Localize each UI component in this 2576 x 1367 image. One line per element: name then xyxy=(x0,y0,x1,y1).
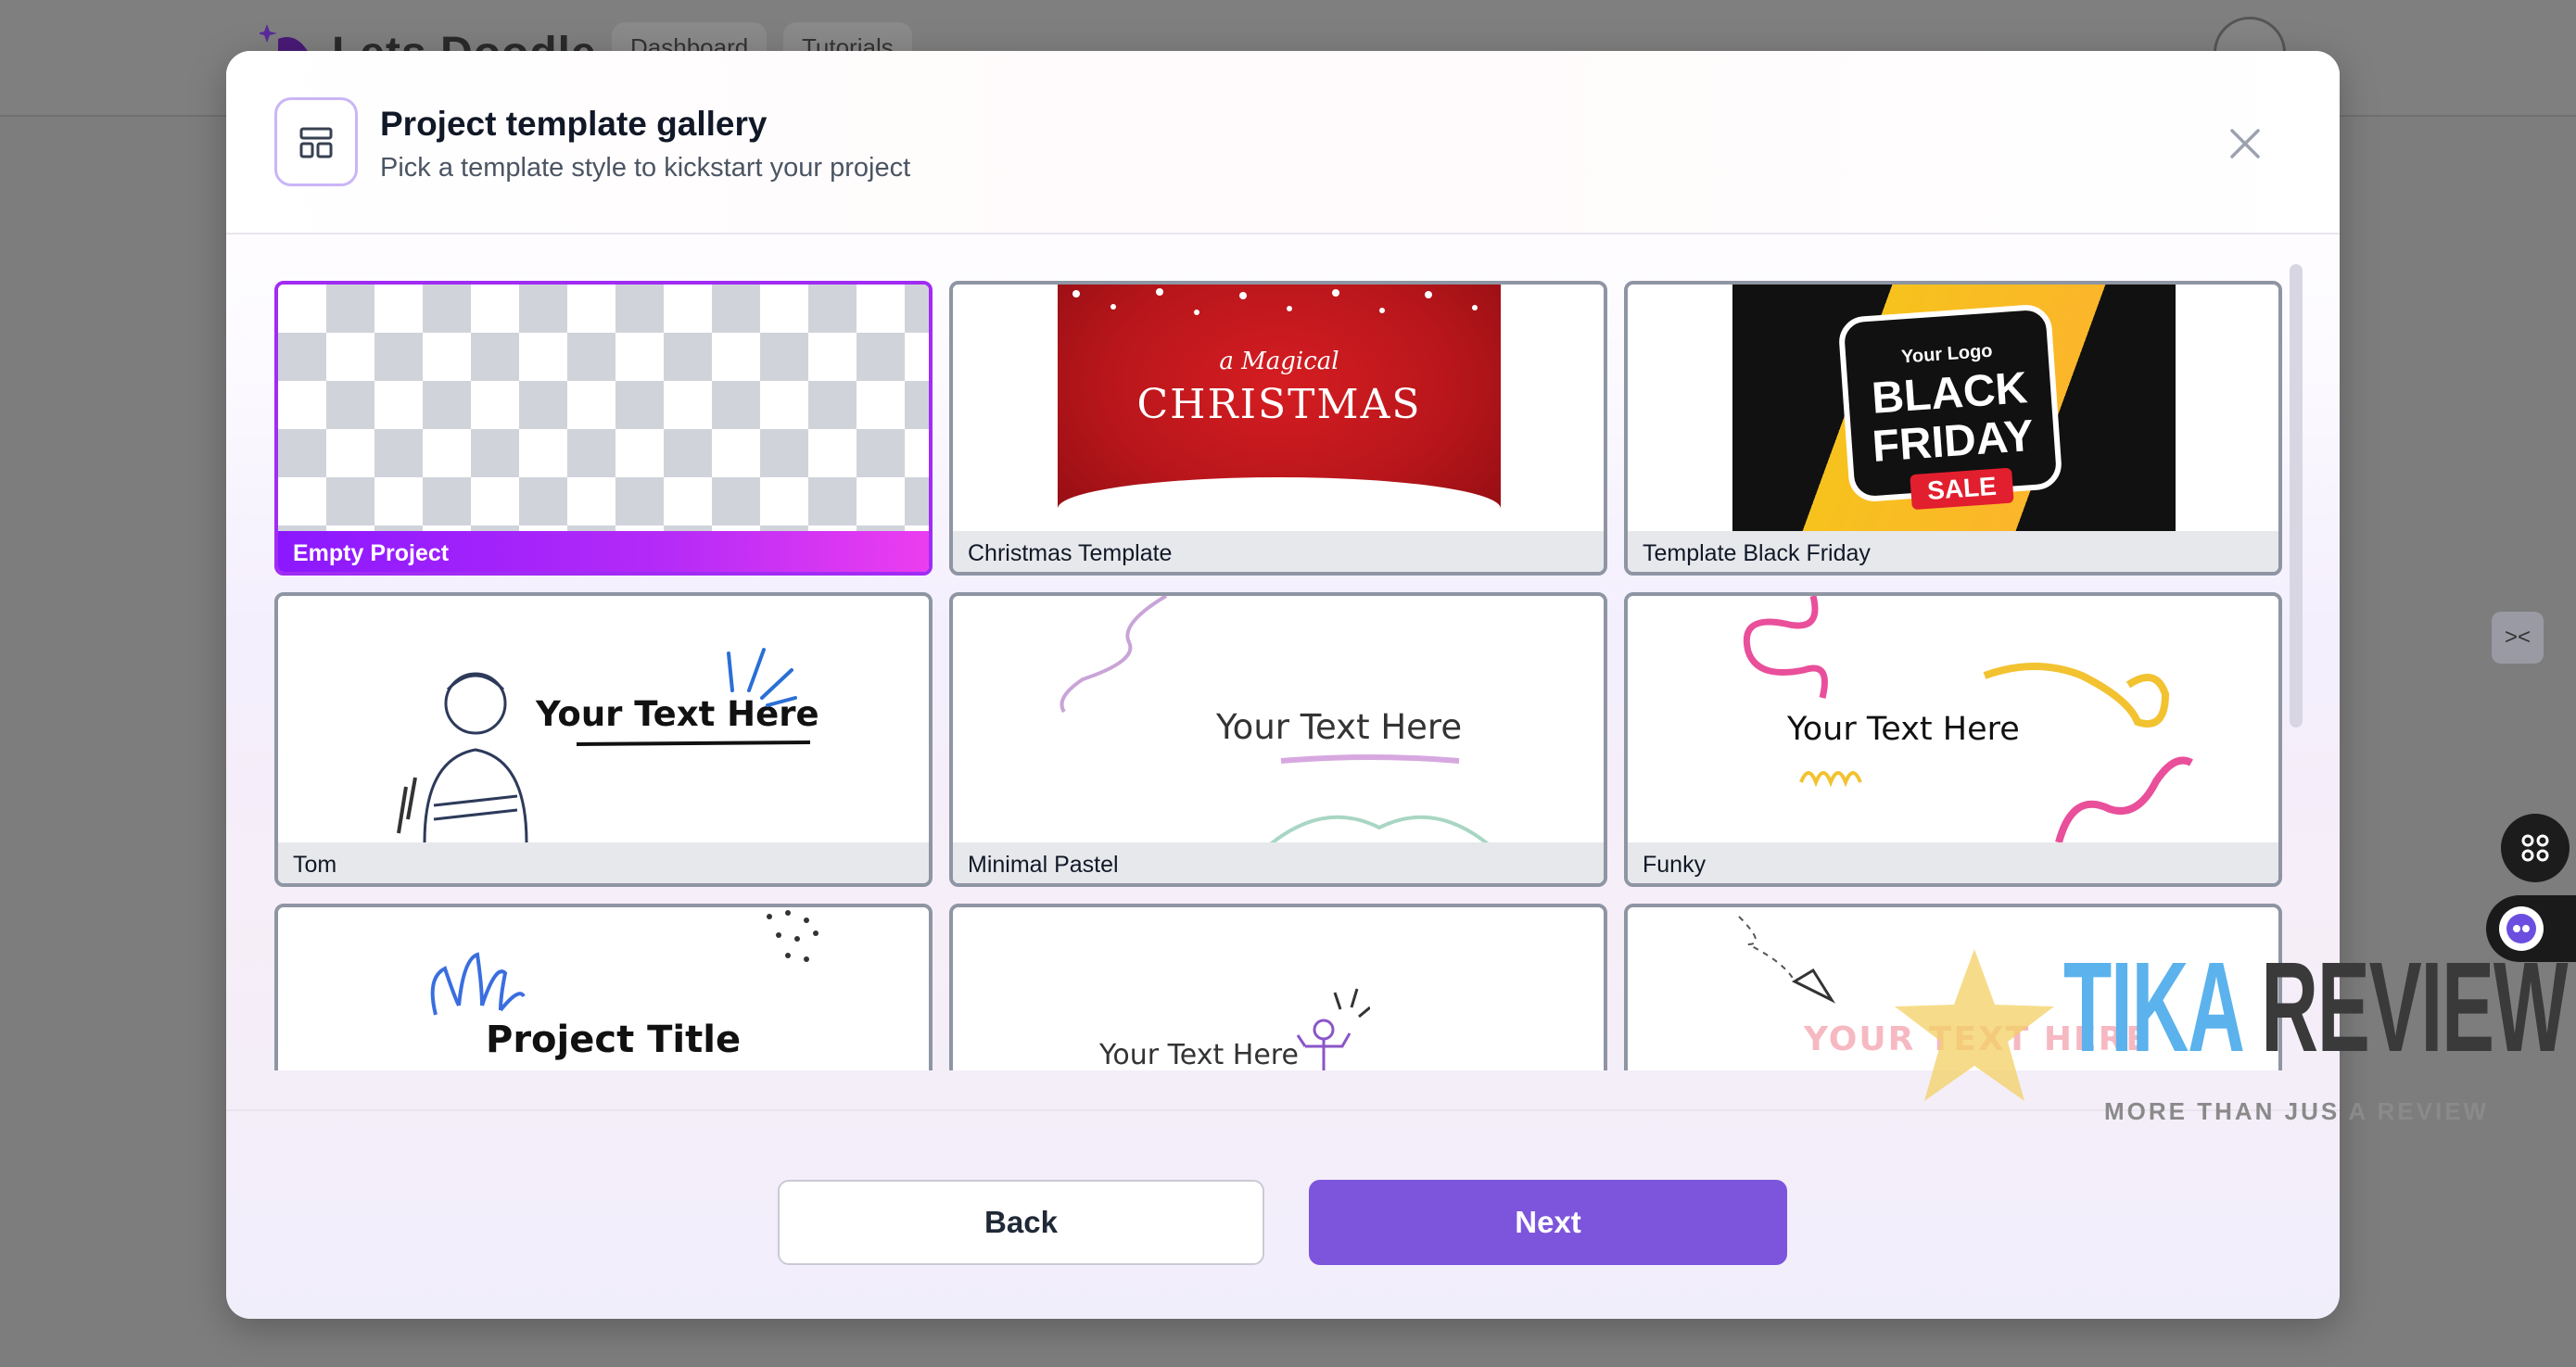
assistant-launcher[interactable] xyxy=(2486,895,2576,962)
dots-icon xyxy=(767,910,818,962)
template-layout-icon xyxy=(274,97,358,186)
template-grid: Empty Project a Magical CHRISTMAS Christ… xyxy=(274,281,2282,1070)
template-label: Tom xyxy=(278,842,929,883)
grid-scrollbar[interactable] xyxy=(2290,264,2303,728)
modal-header: Project template gallery Pick a template… xyxy=(226,51,2340,234)
next-button[interactable]: Next xyxy=(1309,1180,1787,1265)
template-label: Template Black Friday xyxy=(1628,531,2278,572)
pastel-underline-icon xyxy=(1280,754,1460,764)
modal-subtitle: Pick a template style to kickstart your … xyxy=(380,153,911,183)
template-gallery-modal: Project template gallery Pick a template… xyxy=(226,51,2340,1319)
funky-scribble-icon xyxy=(1799,771,1862,787)
template-card-black-friday[interactable]: Your Logo BLACK FRIDAY SALE Template Bla… xyxy=(1624,281,2282,576)
minimal-pastel-preview-text: Your Text Here xyxy=(1216,707,1463,747)
underline-icon xyxy=(576,740,811,746)
template-label: Funky xyxy=(1628,842,2278,883)
blue-doodle-icon xyxy=(430,952,526,1016)
template-label: Minimal Pastel xyxy=(953,842,1604,883)
transparent-checker xyxy=(278,285,929,531)
template-label: Empty Project xyxy=(278,531,929,572)
footer-divider xyxy=(226,1109,2340,1111)
project-title-preview-text: Project Title xyxy=(486,1019,742,1061)
template-card-paper-plane[interactable]: YOUR TEXT HERE xyxy=(1624,904,2282,1070)
template-thumbnail xyxy=(278,285,929,531)
template-thumbnail: Your Text Here xyxy=(953,596,1604,842)
template-card-christmas[interactable]: a Magical CHRISTMAS Christmas Template xyxy=(949,281,1607,576)
assistant-icon xyxy=(2499,906,2544,951)
template-thumbnail: YOUR TEXT HERE xyxy=(1628,907,2278,1070)
template-thumbnail: Project Title xyxy=(278,907,929,1070)
funky-preview-text: Your Text Here xyxy=(1787,711,2020,748)
black-friday-sale-text: SALE xyxy=(1910,467,2014,511)
person-illustration-icon xyxy=(397,672,528,842)
close-icon[interactable] xyxy=(2217,116,2273,171)
pastel-wave-icon xyxy=(1269,815,1490,842)
template-thumbnail: Your Logo BLACK FRIDAY SALE xyxy=(1628,285,2278,531)
template-card-empty-project[interactable]: Empty Project xyxy=(274,281,933,576)
black-friday-badge: Your Logo BLACK FRIDAY SALE xyxy=(1837,303,2063,511)
paper-plane-preview-text: YOUR TEXT HERE xyxy=(1804,1020,2151,1058)
template-card-project-title[interactable]: Project Title xyxy=(274,904,933,1070)
template-thumbnail: Your Text Here xyxy=(1628,596,2278,842)
burst-lines-icon xyxy=(727,648,797,707)
template-card-tom[interactable]: Your Text Here Tom xyxy=(274,592,933,887)
template-thumbnail: Your Text Here xyxy=(278,596,929,842)
christmas-preview: a Magical CHRISTMAS xyxy=(1058,285,1501,531)
black-friday-preview: Your Logo BLACK FRIDAY SALE xyxy=(1732,285,2176,531)
snowbank xyxy=(1058,477,1501,531)
apps-icon[interactable] xyxy=(2501,814,2570,882)
back-button[interactable]: Back xyxy=(778,1180,1264,1265)
template-thumbnail: a Magical CHRISTMAS xyxy=(953,285,1604,531)
black-friday-big-text: BLACK FRIDAY xyxy=(1870,363,2036,472)
stick-figure-icon xyxy=(1296,988,1370,1070)
template-label: Christmas Template xyxy=(953,531,1604,572)
stick-figure-preview-text: Your Text Here xyxy=(1099,1039,1299,1070)
pastel-squiggle-icon xyxy=(1060,596,1168,714)
template-card-stick-figure[interactable]: Your Text Here xyxy=(949,904,1607,1070)
snow-dots-icon xyxy=(1072,288,1478,315)
christmas-small-text: a Magical xyxy=(1219,348,1339,375)
christmas-big-text: CHRISTMAS xyxy=(1136,381,1422,428)
side-widget-icon[interactable]: >< xyxy=(2492,612,2544,664)
template-card-minimal-pastel[interactable]: Your Text Here Minimal Pastel xyxy=(949,592,1607,887)
funky-pink-squiggle-icon xyxy=(1744,596,1828,699)
paper-plane-icon xyxy=(1738,916,1836,1004)
template-card-funky[interactable]: Your Text Here Funky xyxy=(1624,592,2282,887)
modal-title: Project template gallery xyxy=(380,105,768,143)
funky-pink-wave-icon xyxy=(2055,756,2193,842)
template-thumbnail: Your Text Here xyxy=(953,907,1604,1070)
